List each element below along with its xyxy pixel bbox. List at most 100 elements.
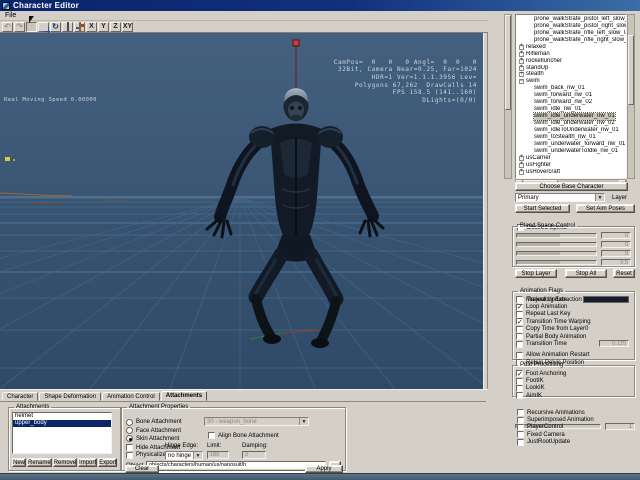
hinge-edge-combo[interactable]: no hinge ▼: [165, 451, 203, 460]
blend-slider[interactable]: [516, 233, 597, 238]
checkbox-icon[interactable]: [208, 432, 215, 439]
blend-slider[interactable]: [516, 251, 597, 256]
blend-slider[interactable]: [516, 260, 597, 265]
tree-item[interactable]: rocketluncher: [516, 58, 626, 65]
checkbox-icon[interactable]: [516, 304, 523, 311]
tree-item[interactable]: prone_walkStrafe_rifle_right_slow_0: [516, 37, 626, 44]
animation-flag-checkbox[interactable]: Loop Animation: [516, 303, 631, 310]
post-processing-checkbox[interactable]: Foot Anchoring: [516, 370, 631, 377]
tree-item[interactable]: prone_walkStrafe_pistol_left_slow_l: [516, 16, 626, 23]
tree-expander-icon[interactable]: [519, 72, 524, 77]
animation-flag-checkbox[interactable]: Repeat Last Key: [516, 311, 631, 318]
reset-button[interactable]: Reset: [613, 269, 635, 278]
combo-dropdown-icon[interactable]: ▼: [595, 194, 604, 201]
blend-value-field[interactable]: 0.5: [601, 259, 631, 266]
rotate-icon[interactable]: ↻: [50, 22, 61, 32]
attachment-list-item[interactable]: helmet: [13, 413, 111, 420]
extra-flag-checkbox[interactable]: Superimposed Animation: [517, 416, 635, 423]
tree-expander-icon[interactable]: [519, 52, 524, 57]
extra-flag-checkbox[interactable]: JustRootUpdate: [517, 439, 635, 446]
blend-value-field[interactable]: 0: [601, 241, 631, 248]
post-processing-checkbox[interactable]: AimIK: [516, 392, 631, 399]
viewport-3d[interactable]: CamPos= 0 0 0 Angl= 0 0 032Bit, Camera N…: [0, 33, 483, 389]
tree-item[interactable]: swim_idle_underwater_nw_01: [516, 113, 626, 120]
menu-file[interactable]: File: [0, 12, 21, 19]
apply-button[interactable]: Apply: [305, 465, 343, 473]
checkbox-icon[interactable]: [517, 409, 524, 416]
tree-item[interactable]: prone_walkStrafe_rifle_left_slow_01: [516, 30, 626, 37]
attachment-list-item[interactable]: upper_body: [13, 420, 111, 427]
clear-button[interactable]: Clear: [125, 465, 159, 473]
animation-flag-checkbox[interactable]: Transition Time 0.125: [516, 340, 631, 347]
animation-flag-checkbox[interactable]: Copy Time from Layer0: [516, 326, 631, 333]
snap-icon[interactable]: [74, 22, 85, 32]
animation-flag-checkbox[interactable]: Manual Update: [516, 296, 631, 303]
tree-item[interactable]: usHovercraft: [516, 169, 626, 176]
checkbox-icon[interactable]: [126, 444, 133, 451]
tree-scrollbar-right[interactable]: [627, 14, 635, 179]
tree-item[interactable]: relaxed: [516, 44, 626, 51]
attachment-type-radio[interactable]: Skin Attachment: [126, 435, 198, 443]
tree-expander-icon[interactable]: [519, 45, 524, 50]
tree-item[interactable]: swim_back_nw_01: [516, 85, 626, 92]
post-processing-checkbox[interactable]: FootIK: [516, 377, 631, 384]
checkbox-icon[interactable]: [516, 352, 523, 359]
tree-item[interactable]: swim_idleToUnderwater_nw_01: [516, 127, 626, 134]
tab[interactable]: Character: [2, 392, 38, 401]
tab[interactable]: Attachments: [161, 391, 207, 401]
object-path-field[interactable]: objects/characters/human/us/nanosuit/h: [146, 461, 326, 469]
stop-all-button[interactable]: Stop All: [565, 269, 607, 278]
attachment-type-radio[interactable]: Face Attachment: [126, 426, 198, 434]
tree-expander-icon[interactable]: [519, 170, 524, 175]
extra-flag-checkbox[interactable]: Recursive Animations: [517, 409, 635, 416]
manual-update-bar[interactable]: [583, 296, 629, 303]
tree-item[interactable]: stealth: [516, 72, 626, 79]
tree-expander-icon[interactable]: [519, 156, 524, 161]
start-selected-button[interactable]: Start Selected: [515, 204, 570, 213]
tree-item[interactable]: swim_forward_nw_02: [516, 99, 626, 106]
tree-expander-icon[interactable]: [519, 79, 524, 84]
axis-x-button[interactable]: X: [86, 22, 97, 32]
tree-item[interactable]: swim_underwater_forward_nw_01: [516, 141, 626, 148]
checkbox-icon[interactable]: [516, 385, 523, 392]
checkbox-icon[interactable]: [517, 424, 524, 431]
tab[interactable]: Shape Deformation: [39, 392, 101, 401]
tree-expander-icon[interactable]: [519, 163, 524, 168]
scale-icon[interactable]: [62, 22, 73, 32]
checkbox-icon[interactable]: [516, 318, 523, 325]
tree-scrollbar-left[interactable]: [504, 14, 512, 179]
layer-combo[interactable]: Primary ▼: [515, 193, 605, 202]
attachment-action-button[interactable]: Rename: [27, 458, 52, 467]
tree-item[interactable]: swim_underwaterToIdle_nw_01: [516, 148, 626, 155]
radio-icon[interactable]: [126, 419, 133, 426]
checkbox-icon[interactable]: [516, 392, 523, 399]
checkbox-icon[interactable]: [126, 452, 133, 459]
stop-layer-button[interactable]: Stop Layer: [515, 269, 557, 278]
axis-y-button[interactable]: Y: [98, 22, 109, 32]
tree-item[interactable]: swim_idle_underwater_nw_02: [516, 120, 626, 127]
axis-xy-button[interactable]: XY: [122, 22, 133, 32]
set-aim-poses-button[interactable]: Set Aim Poses: [576, 204, 635, 213]
tree-item[interactable]: prone_walkStrafe_pistol_right_slow: [516, 23, 626, 30]
checkbox-icon[interactable]: [516, 333, 523, 340]
axis-z-button[interactable]: Z: [110, 22, 121, 32]
combo-dropdown-icon[interactable]: ▼: [193, 452, 202, 459]
animation-flag-checkbox[interactable]: Transition Time Warping: [516, 318, 631, 325]
tree-item[interactable]: usCarrier: [516, 155, 626, 162]
attachment-type-radio[interactable]: Bone Attachment: [126, 418, 198, 426]
tree-item[interactable]: swim_toStealth_nw_01: [516, 134, 626, 141]
tab[interactable]: Animation Control: [102, 392, 160, 401]
attachment-action-button[interactable]: Import: [78, 458, 97, 467]
tree-item[interactable]: Rifleman: [516, 51, 626, 58]
tree-item[interactable]: swim_forward_nw_01: [516, 92, 626, 99]
radio-icon[interactable]: [126, 427, 133, 434]
attachment-action-button[interactable]: New: [12, 458, 26, 467]
post-processing-checkbox[interactable]: LookIK: [516, 385, 631, 392]
redo-icon[interactable]: ↷: [14, 22, 25, 32]
tree-item[interactable]: swim: [516, 78, 626, 85]
checkbox-icon[interactable]: [516, 326, 523, 333]
checkbox-icon[interactable]: [517, 439, 524, 446]
blend-slider[interactable]: [516, 242, 597, 247]
blend-value-field[interactable]: 0: [601, 250, 631, 257]
tree-item[interactable]: swim_idle_nw_01: [516, 106, 626, 113]
